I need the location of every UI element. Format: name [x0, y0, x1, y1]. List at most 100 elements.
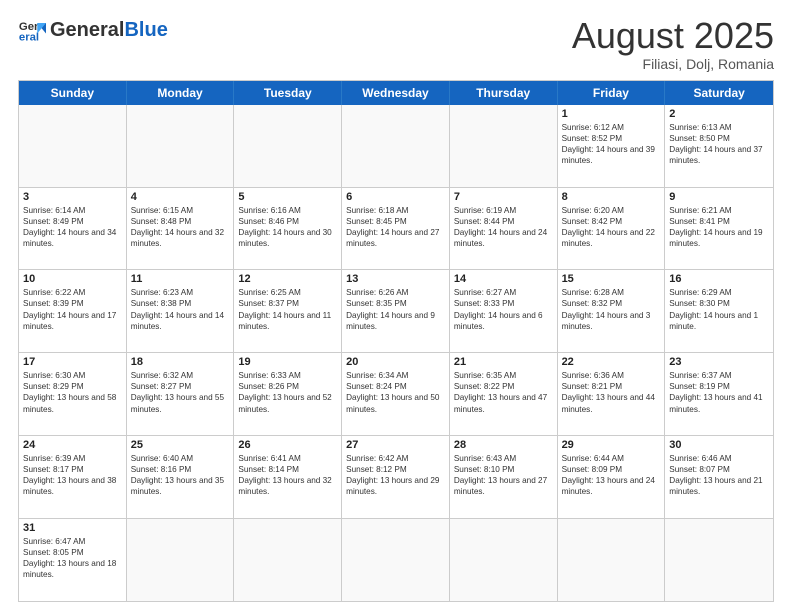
day-number: 14 [454, 273, 553, 285]
header: Gen eral GeneralBlue August 2025 Filiasi… [18, 16, 774, 72]
calendar-cell [127, 519, 235, 601]
header-cell-tuesday: Tuesday [234, 81, 342, 105]
calendar-row-1: 3 Sunrise: 6:14 AM Sunset: 8:49 PM Daylig… [19, 187, 773, 270]
calendar-cell: 11 Sunrise: 6:23 AM Sunset: 8:38 PM Dayli… [127, 270, 235, 352]
day-number: 18 [131, 356, 230, 368]
calendar-cell: 23 Sunrise: 6:37 AM Sunset: 8:19 PM Dayli… [665, 353, 773, 435]
calendar-cell: 6Sunrise: 6:18 AM Sunset: 8:45 PM Daylig… [342, 188, 450, 270]
calendar-row-0: 1Sunrise: 6:12 AM Sunset: 8:52 PM Daylig… [19, 105, 773, 187]
day-number: 8 [562, 191, 661, 203]
calendar-cell: 26Sunrise: 6:41 AM Sunset: 8:14 PM Dayli… [234, 436, 342, 518]
calendar-row-3: 17 Sunrise: 6:30 AM Sunset: 8:29 PM Dayli… [19, 352, 773, 435]
header-cell-wednesday: Wednesday [342, 81, 450, 105]
calendar-cell: 12Sunrise: 6:25 AM Sunset: 8:37 PM Dayli… [234, 270, 342, 352]
calendar-cell: 8 Sunrise: 6:20 AM Sunset: 8:42 PM Daylig… [558, 188, 666, 270]
calendar-cell: 5Sunrise: 6:16 AM Sunset: 8:46 PM Daylig… [234, 188, 342, 270]
day-info: Sunrise: 6:44 AM Sunset: 8:09 PM Dayligh… [562, 453, 661, 497]
calendar-cell [234, 105, 342, 187]
day-info: Sunrise: 6:21 AM Sunset: 8:41 PM Dayligh… [669, 205, 769, 249]
day-number: 27 [346, 439, 445, 451]
day-info: Sunrise: 6:23 AM Sunset: 8:38 PM Dayligh… [131, 287, 230, 331]
day-info: Sunrise: 6:34 AM Sunset: 8:24 PM Dayligh… [346, 370, 445, 414]
day-info: Sunrise: 6:14 AM Sunset: 8:49 PM Dayligh… [23, 205, 122, 249]
calendar-cell: 27 Sunrise: 6:42 AM Sunset: 8:12 PM Dayli… [342, 436, 450, 518]
day-number: 23 [669, 356, 769, 368]
calendar-cell: 4Sunrise: 6:15 AM Sunset: 8:48 PM Daylig… [127, 188, 235, 270]
calendar-cell [558, 519, 666, 601]
day-info: Sunrise: 6:22 AM Sunset: 8:39 PM Dayligh… [23, 287, 122, 331]
calendar-cell [342, 519, 450, 601]
day-number: 7 [454, 191, 553, 203]
day-number: 5 [238, 191, 337, 203]
day-number: 22 [562, 356, 661, 368]
day-number: 17 [23, 356, 122, 368]
day-info: Sunrise: 6:47 AM Sunset: 8:05 PM Dayligh… [23, 536, 122, 580]
day-info: Sunrise: 6:30 AM Sunset: 8:29 PM Dayligh… [23, 370, 122, 414]
calendar-cell: 29Sunrise: 6:44 AM Sunset: 8:09 PM Dayli… [558, 436, 666, 518]
day-number: 3 [23, 191, 122, 203]
calendar-row-4: 24 Sunrise: 6:39 AM Sunset: 8:17 PM Dayli… [19, 435, 773, 518]
day-number: 13 [346, 273, 445, 285]
day-info: Sunrise: 6:37 AM Sunset: 8:19 PM Dayligh… [669, 370, 769, 414]
header-cell-monday: Monday [127, 81, 235, 105]
calendar-cell: 3 Sunrise: 6:14 AM Sunset: 8:49 PM Daylig… [19, 188, 127, 270]
day-number: 25 [131, 439, 230, 451]
day-number: 11 [131, 273, 230, 285]
day-info: Sunrise: 6:25 AM Sunset: 8:37 PM Dayligh… [238, 287, 337, 331]
day-number: 28 [454, 439, 553, 451]
day-info: Sunrise: 6:13 AM Sunset: 8:50 PM Dayligh… [669, 122, 769, 166]
day-info: Sunrise: 6:12 AM Sunset: 8:52 PM Dayligh… [562, 122, 661, 166]
day-info: Sunrise: 6:29 AM Sunset: 8:30 PM Dayligh… [669, 287, 769, 331]
calendar-row-2: 10 Sunrise: 6:22 AM Sunset: 8:39 PM Dayli… [19, 269, 773, 352]
day-info: Sunrise: 6:18 AM Sunset: 8:45 PM Dayligh… [346, 205, 445, 249]
calendar-cell: 19Sunrise: 6:33 AM Sunset: 8:26 PM Dayli… [234, 353, 342, 435]
calendar-cell: 20Sunrise: 6:34 AM Sunset: 8:24 PM Dayli… [342, 353, 450, 435]
day-info: Sunrise: 6:36 AM Sunset: 8:21 PM Dayligh… [562, 370, 661, 414]
header-cell-thursday: Thursday [450, 81, 558, 105]
calendar-cell: 7 Sunrise: 6:19 AM Sunset: 8:44 PM Daylig… [450, 188, 558, 270]
day-number: 24 [23, 439, 122, 451]
calendar-body: 1Sunrise: 6:12 AM Sunset: 8:52 PM Daylig… [19, 105, 773, 601]
header-cell-saturday: Saturday [665, 81, 773, 105]
calendar-cell: 15 Sunrise: 6:28 AM Sunset: 8:32 PM Dayli… [558, 270, 666, 352]
calendar-cell [665, 519, 773, 601]
day-info: Sunrise: 6:42 AM Sunset: 8:12 PM Dayligh… [346, 453, 445, 497]
calendar-cell: 10 Sunrise: 6:22 AM Sunset: 8:39 PM Dayli… [19, 270, 127, 352]
day-number: 16 [669, 273, 769, 285]
calendar-cell: 21 Sunrise: 6:35 AM Sunset: 8:22 PM Dayli… [450, 353, 558, 435]
day-number: 30 [669, 439, 769, 451]
day-info: Sunrise: 6:43 AM Sunset: 8:10 PM Dayligh… [454, 453, 553, 497]
subtitle: Filiasi, Dolj, Romania [572, 56, 774, 72]
calendar-cell: 13 Sunrise: 6:26 AM Sunset: 8:35 PM Dayli… [342, 270, 450, 352]
logo-general-text: GeneralBlue [50, 20, 168, 40]
day-number: 26 [238, 439, 337, 451]
calendar-cell [127, 105, 235, 187]
calendar-cell: 18 Sunrise: 6:32 AM Sunset: 8:27 PM Dayli… [127, 353, 235, 435]
calendar-cell: 24 Sunrise: 6:39 AM Sunset: 8:17 PM Dayli… [19, 436, 127, 518]
day-info: Sunrise: 6:27 AM Sunset: 8:33 PM Dayligh… [454, 287, 553, 331]
day-number: 31 [23, 522, 122, 534]
day-info: Sunrise: 6:35 AM Sunset: 8:22 PM Dayligh… [454, 370, 553, 414]
calendar-cell: 1Sunrise: 6:12 AM Sunset: 8:52 PM Daylig… [558, 105, 666, 187]
day-info: Sunrise: 6:39 AM Sunset: 8:17 PM Dayligh… [23, 453, 122, 497]
day-info: Sunrise: 6:28 AM Sunset: 8:32 PM Dayligh… [562, 287, 661, 331]
day-info: Sunrise: 6:26 AM Sunset: 8:35 PM Dayligh… [346, 287, 445, 331]
calendar-cell: 9Sunrise: 6:21 AM Sunset: 8:41 PM Daylig… [665, 188, 773, 270]
day-number: 21 [454, 356, 553, 368]
day-number: 10 [23, 273, 122, 285]
calendar-cell [450, 105, 558, 187]
calendar-cell [234, 519, 342, 601]
day-info: Sunrise: 6:32 AM Sunset: 8:27 PM Dayligh… [131, 370, 230, 414]
logo-icon: Gen eral [18, 16, 46, 44]
day-number: 15 [562, 273, 661, 285]
calendar-cell [342, 105, 450, 187]
calendar-cell: 16 Sunrise: 6:29 AM Sunset: 8:30 PM Dayli… [665, 270, 773, 352]
day-info: Sunrise: 6:46 AM Sunset: 8:07 PM Dayligh… [669, 453, 769, 497]
day-info: Sunrise: 6:40 AM Sunset: 8:16 PM Dayligh… [131, 453, 230, 497]
calendar-cell: 30 Sunrise: 6:46 AM Sunset: 8:07 PM Dayli… [665, 436, 773, 518]
day-info: Sunrise: 6:19 AM Sunset: 8:44 PM Dayligh… [454, 205, 553, 249]
logo-area: Gen eral GeneralBlue [18, 16, 168, 44]
day-number: 2 [669, 108, 769, 120]
calendar-cell [450, 519, 558, 601]
day-info: Sunrise: 6:20 AM Sunset: 8:42 PM Dayligh… [562, 205, 661, 249]
